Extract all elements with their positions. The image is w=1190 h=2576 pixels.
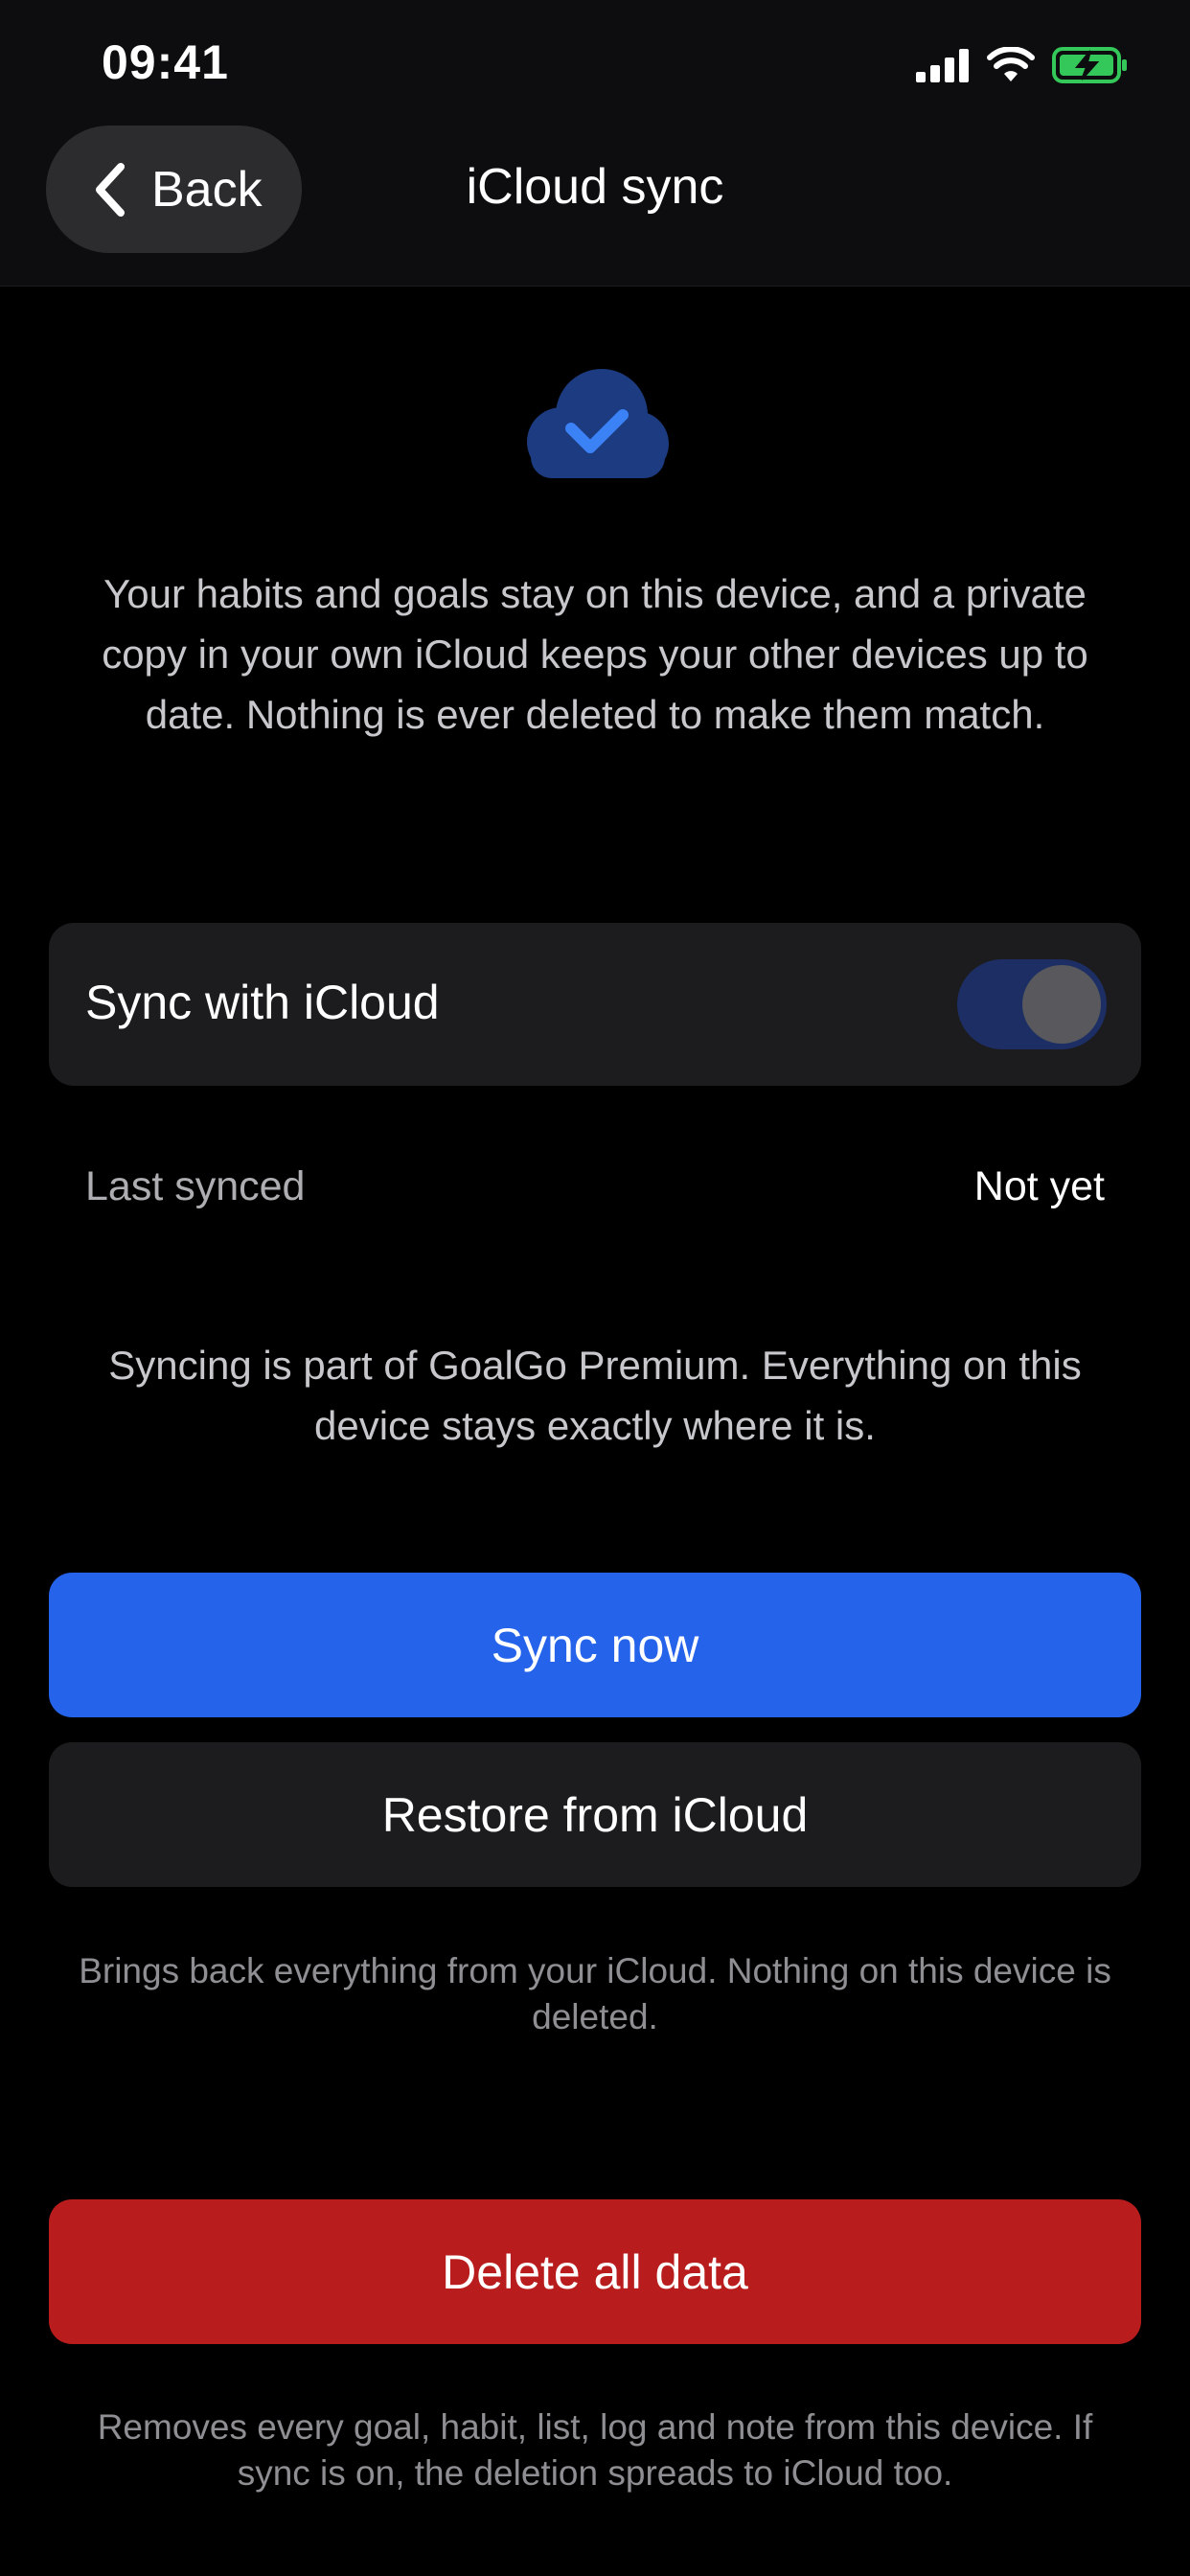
- sync-now-button[interactable]: Sync now: [49, 1573, 1141, 1717]
- last-synced-label: Last synced: [85, 1163, 306, 1209]
- restore-hint: Brings back everything from your iCloud.…: [79, 1951, 1111, 2036]
- sync-with-icloud-row: Sync with iCloud: [49, 923, 1141, 1086]
- toggle-knob: [1022, 965, 1101, 1044]
- status-icons: [916, 44, 1129, 86]
- page-title: iCloud sync: [466, 159, 724, 215]
- navigation-header: 09:41 Back iCloud sync: [0, 0, 1190, 287]
- delete-hint: Removes every goal, habit, list, log and…: [97, 2407, 1093, 2493]
- cloud-checkmark-icon: [514, 365, 676, 484]
- wifi-icon: [987, 47, 1035, 83]
- cellular-signal-icon: [916, 48, 970, 82]
- status-bar: 09:41: [0, 0, 1190, 125]
- sync-with-icloud-label: Sync with iCloud: [85, 976, 440, 1029]
- premium-note: Syncing is part of GoalGo Premium. Every…: [108, 1343, 1082, 1448]
- battery-charging-icon: [1052, 46, 1129, 84]
- status-time: 09:41: [102, 35, 229, 89]
- last-synced-value: Not yet: [973, 1163, 1105, 1209]
- intro-text: Your habits and goals stay on this devic…: [102, 571, 1088, 737]
- sync-toggle[interactable]: [957, 959, 1107, 1049]
- delete-all-data-button[interactable]: Delete all data: [49, 2199, 1141, 2344]
- restore-from-icloud-button[interactable]: Restore from iCloud: [49, 1742, 1141, 1887]
